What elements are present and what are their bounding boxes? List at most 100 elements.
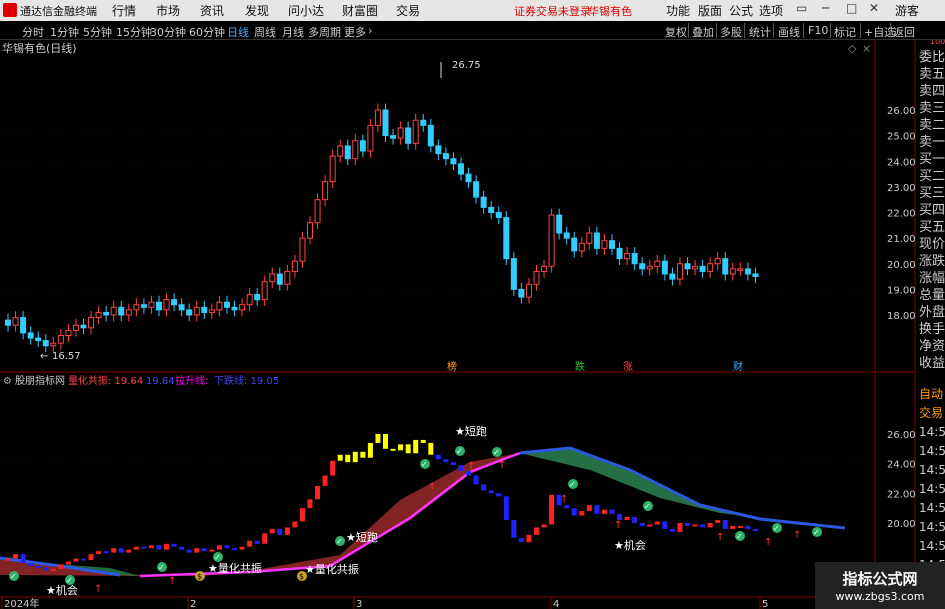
toolbar-divider	[803, 23, 804, 38]
min-price-label: 16.57	[52, 351, 81, 362]
chevron-right-icon[interactable]: ›	[368, 24, 372, 37]
btn-f10[interactable]: F10	[808, 24, 828, 37]
btn-overlay[interactable]: 叠加	[692, 24, 714, 40]
menu-trade[interactable]: 交易	[396, 2, 420, 19]
up-arrow-icon: ↑	[428, 482, 436, 493]
btn-back[interactable]: 返回	[893, 24, 915, 40]
trade-row: 14:56	[919, 444, 945, 458]
btn-adjust[interactable]: 复权	[665, 24, 687, 40]
quote-label: 涨幅	[919, 271, 945, 286]
period-more[interactable]: 更多	[344, 24, 366, 40]
indicator-bar	[730, 525, 736, 529]
indicator-bar	[13, 554, 19, 559]
period-daily[interactable]: 日线	[227, 24, 249, 40]
indicator-bar	[322, 475, 328, 486]
indicator-bar	[269, 528, 275, 534]
price-tick: 25.00	[887, 132, 916, 143]
price-tick: 19.00	[887, 285, 916, 296]
quote-label: 卖一	[919, 135, 945, 150]
login-warning[interactable]: 证券交易未登录	[514, 3, 591, 19]
candle-body	[314, 199, 321, 224]
candle-body	[284, 270, 291, 285]
quote-label: 买四	[919, 203, 945, 218]
quote-label: 委比	[919, 50, 945, 65]
period-5min[interactable]: 5分钟	[83, 24, 112, 40]
coin-glyph: $	[299, 572, 304, 581]
candle-body	[110, 306, 117, 316]
indicator-bar	[745, 525, 751, 529]
candle-body	[337, 145, 344, 157]
menu-formula[interactable]: 公式	[729, 2, 753, 19]
toolbar-divider	[860, 23, 861, 38]
period-1min[interactable]: 1分钟	[50, 24, 79, 40]
price-tick: 24.00	[887, 157, 916, 168]
menu-market[interactable]: 市场	[156, 2, 180, 19]
user-label[interactable]: 游客	[895, 2, 919, 19]
indicator-bar	[526, 534, 532, 543]
period-weekly[interactable]: 周线	[254, 24, 276, 40]
close-pane-icon[interactable]: ×	[862, 42, 871, 55]
candle-body	[35, 337, 42, 342]
period-15min[interactable]: 15分钟	[116, 24, 152, 40]
period-60min[interactable]: 60分钟	[189, 24, 225, 40]
candle-body	[458, 163, 464, 175]
quote-panel: 1000 委比卖五卖四卖三卖二卖一买一买二买三买四买五现价涨跌涨幅总量外盘换手净资…	[919, 40, 945, 591]
close-icon[interactable]: ✕	[869, 1, 879, 15]
candle-body	[156, 301, 162, 311]
indicator-bar	[700, 524, 706, 528]
btn-multi[interactable]: 多股	[720, 24, 742, 40]
minimize-icon[interactable]: ─	[822, 1, 829, 15]
check-glyph: ✓	[158, 563, 165, 572]
menu-discover[interactable]: 发现	[245, 2, 269, 19]
maximize-icon[interactable]: □	[846, 1, 857, 15]
price-axis: 26.00 25.00 24.00 23.00 22.00 21.00 20.00 19.00…	[887, 106, 916, 322]
trade-row: 14:56	[919, 501, 945, 515]
price-tick: 20.00	[887, 260, 916, 271]
candle-body	[548, 214, 555, 267]
trade-row: 14:56	[919, 425, 945, 439]
period-timeshare[interactable]: 分时	[22, 24, 44, 40]
indicator-bar	[624, 517, 630, 521]
indicator-bar	[141, 546, 147, 549]
indicator-bar	[337, 454, 343, 461]
up-arrow-icon: ↑	[716, 532, 724, 543]
menu-wealth[interactable]: 财富圈	[342, 2, 378, 19]
toolbar-divider	[716, 23, 717, 38]
up-arrow-icon: ↑	[764, 537, 772, 548]
max-price-label: 26.75	[452, 60, 481, 71]
indicator-bar	[601, 509, 607, 515]
indicator-bar	[73, 558, 79, 562]
candle-body	[88, 317, 95, 329]
stock-chart[interactable]: 华锡有色(日线) ◇ × 26.0025.0024.0023.0022.0021…	[0, 40, 945, 609]
menu-options[interactable]: 选项	[759, 2, 783, 19]
candle-body	[223, 301, 230, 308]
check-glyph: ✓	[644, 502, 651, 511]
candle-body	[231, 306, 238, 311]
btn-draw[interactable]: 画线	[778, 24, 800, 40]
menu-function[interactable]: 功能	[666, 2, 690, 19]
period-30min[interactable]: 30分钟	[150, 24, 186, 40]
event-marker: 跌	[575, 360, 585, 373]
btn-stats[interactable]: 统计	[749, 24, 771, 40]
gear-icon[interactable]: ⚙	[3, 376, 12, 387]
period-multi[interactable]: 多周期	[308, 24, 341, 40]
menu-layout[interactable]: 版面	[698, 2, 722, 19]
indicator-bar	[737, 525, 743, 528]
menu-ask[interactable]: 问小达	[288, 2, 324, 19]
indicator-bar	[435, 454, 441, 460]
menu-news[interactable]: 资讯	[200, 2, 224, 19]
app-logo-icon	[3, 3, 17, 17]
price-tick: 18.00	[887, 311, 916, 322]
period-monthly[interactable]: 月线	[282, 24, 304, 40]
indicator-bar	[390, 448, 396, 451]
candle-body	[80, 324, 87, 329]
btn-mark[interactable]: 标记	[834, 24, 856, 40]
indicator-bar	[662, 521, 668, 529]
diamond-icon[interactable]: ◇	[848, 42, 857, 55]
candle-body	[148, 301, 155, 308]
indicator-axis: 26.00 24.00 22.00 20.00	[887, 430, 916, 530]
menu-quotes[interactable]: 行情	[112, 2, 136, 19]
indicator-line1: 量化共振: 19.64	[68, 374, 143, 387]
up-arrow-icon: ↑	[168, 576, 176, 587]
menu-icon[interactable]: ▭	[796, 1, 807, 15]
